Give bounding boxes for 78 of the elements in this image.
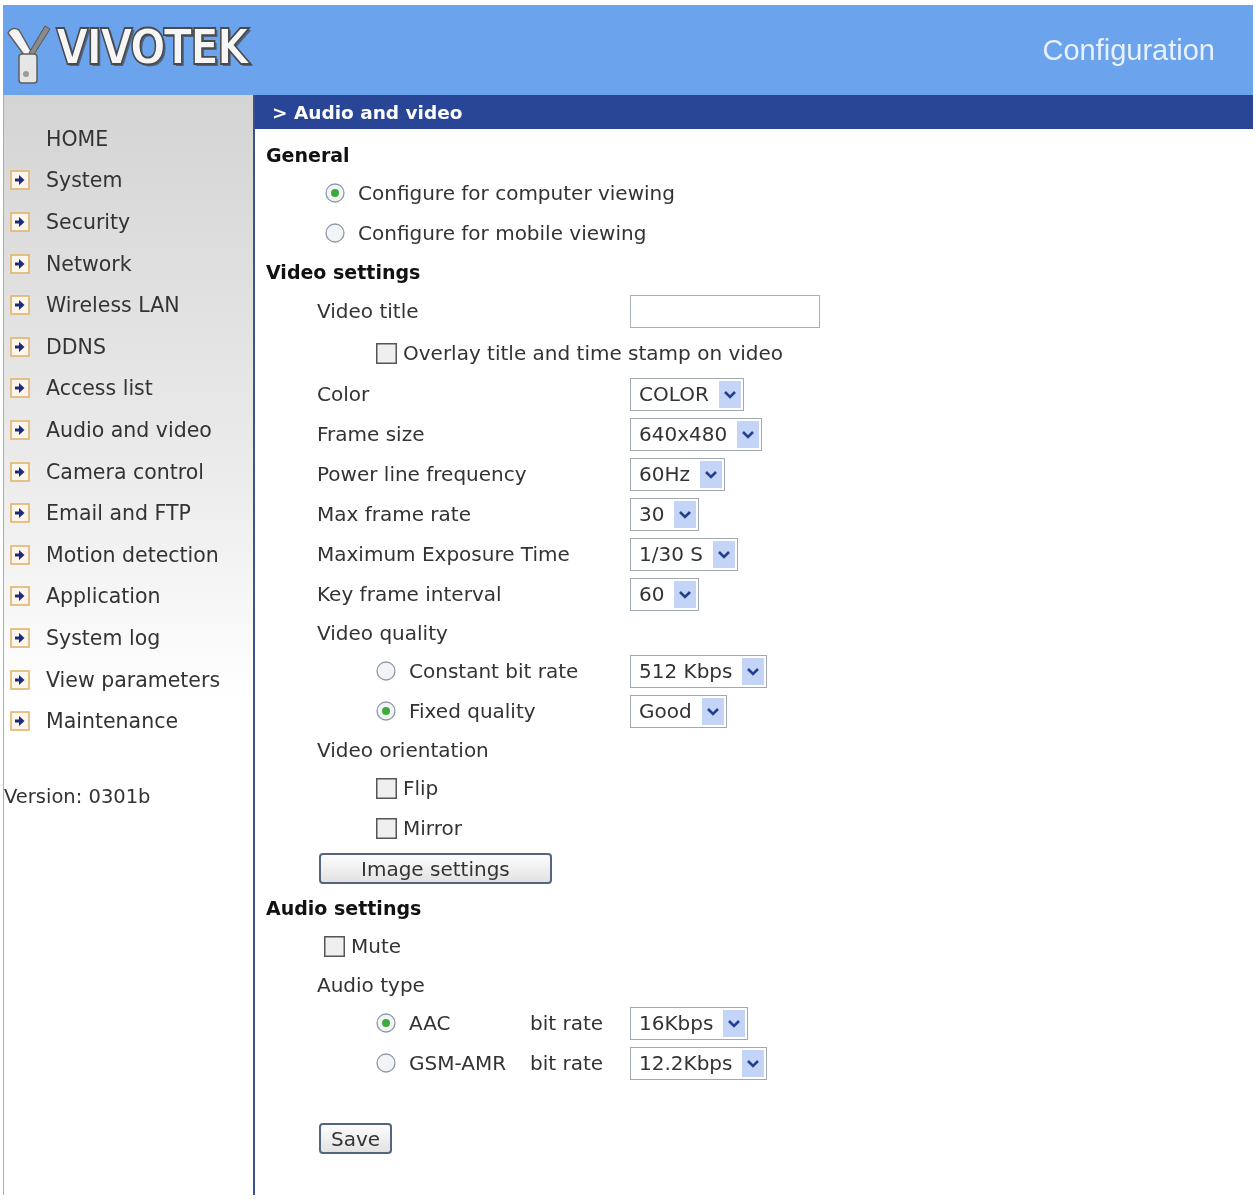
section-heading: Video settings	[266, 259, 421, 285]
checkbox-label[interactable]: Mute	[351, 934, 402, 958]
radio-label[interactable]: Constant bit rate	[409, 659, 579, 683]
checkbox-label[interactable]: Mirror	[403, 816, 462, 840]
dropdown[interactable]: 512 Kbps	[630, 654, 768, 688]
checkbox-label[interactable]: Overlay title and time stamp on video	[403, 341, 784, 365]
save-button[interactable]: Save	[319, 1123, 393, 1154]
nav-link[interactable]: Access list	[4, 367, 253, 410]
text-input[interactable]	[630, 294, 820, 328]
header-title: Configuration	[1042, 33, 1215, 67]
caret-icon	[737, 420, 760, 448]
field-label: bit rate	[530, 1051, 604, 1075]
dropdown[interactable]: 30	[630, 497, 700, 531]
radio-label[interactable]: Fixed quality	[409, 699, 536, 723]
dropdown[interactable]: Good	[630, 694, 727, 728]
dropdown[interactable]: 60Hz	[630, 457, 725, 491]
nav-link[interactable]: Audio and video	[4, 409, 253, 451]
caret-icon	[700, 460, 722, 488]
nav-link[interactable]: DDNS	[4, 325, 253, 368]
radio-label[interactable]: AAC	[409, 1011, 530, 1035]
radio-button[interactable]	[376, 661, 396, 681]
field-label: bit rate	[530, 1011, 604, 1035]
page-title: > Audio and video	[255, 95, 1253, 129]
caret-icon	[718, 380, 741, 408]
caret-icon	[674, 580, 697, 608]
logo-text: VIVOTEK	[56, 22, 248, 72]
checkbox[interactable]	[376, 342, 397, 364]
radio-label[interactable]: Configure for computer viewing	[358, 181, 675, 205]
group-label: Audio type	[317, 972, 425, 997]
nav-link[interactable]: Network	[4, 242, 253, 285]
nav-link[interactable]: Motion detection	[4, 533, 253, 576]
checkbox[interactable]	[324, 935, 345, 957]
checkbox[interactable]	[376, 777, 397, 799]
radio-button[interactable]	[376, 701, 396, 721]
radio-button[interactable]	[376, 1053, 396, 1073]
nav-link[interactable]: Wireless LAN	[4, 284, 253, 326]
radio-button[interactable]	[325, 183, 345, 203]
image-settings-button[interactable]: Image settings	[319, 853, 552, 884]
field-label: Frame size	[317, 422, 425, 446]
dropdown[interactable]: 640x480	[630, 417, 763, 451]
nav-link[interactable]: Camera control	[4, 450, 253, 493]
nav-link[interactable]: System log	[4, 617, 253, 659]
checkbox[interactable]	[376, 817, 397, 839]
field-label: Power line frequency	[317, 462, 527, 486]
caret-icon	[742, 1049, 765, 1077]
dropdown[interactable]: 60	[630, 577, 700, 611]
dropdown[interactable]: 1/30 S	[630, 537, 738, 571]
radio-label[interactable]: Configure for mobile viewing	[358, 221, 647, 245]
dropdown[interactable]: 16Kbps	[630, 1006, 749, 1040]
nav-link[interactable]: View parameters	[4, 658, 253, 701]
field-label: Maximum Exposure Time	[317, 542, 570, 566]
nav-link[interactable]: Email and FTP	[4, 492, 253, 534]
dropdown[interactable]: COLOR	[630, 377, 744, 411]
caret-icon	[742, 657, 765, 685]
nav-link[interactable]: System	[4, 159, 253, 202]
caret-icon	[712, 540, 735, 568]
caret-icon	[723, 1009, 746, 1037]
section-heading: Audio settings	[266, 895, 422, 921]
nav-link[interactable]: Application	[4, 575, 253, 618]
radio-label[interactable]: GSM-AMR	[409, 1051, 530, 1075]
group-label: Video orientation	[317, 737, 489, 762]
version-text: Version: 0301b	[4, 784, 151, 811]
field-label: Color	[317, 382, 370, 406]
caret-icon	[674, 500, 697, 528]
nav-link[interactable]: Security	[4, 201, 253, 243]
radio-button[interactable]	[376, 1013, 396, 1033]
logo-mark-icon	[5, 24, 52, 86]
field-label: Max frame rate	[317, 502, 471, 526]
checkbox-label[interactable]: Flip	[403, 776, 439, 800]
section-heading: General	[266, 142, 350, 168]
dropdown[interactable]: 12.2Kbps	[630, 1046, 768, 1080]
field-label: Video title	[317, 299, 419, 323]
caret-icon	[701, 697, 724, 725]
nav-link[interactable]: HOME	[4, 118, 253, 160]
nav-link[interactable]: Maintenance	[4, 700, 253, 742]
field-label: Key frame interval	[317, 582, 502, 606]
group-label: Video quality	[317, 620, 448, 645]
radio-button[interactable]	[325, 223, 345, 243]
